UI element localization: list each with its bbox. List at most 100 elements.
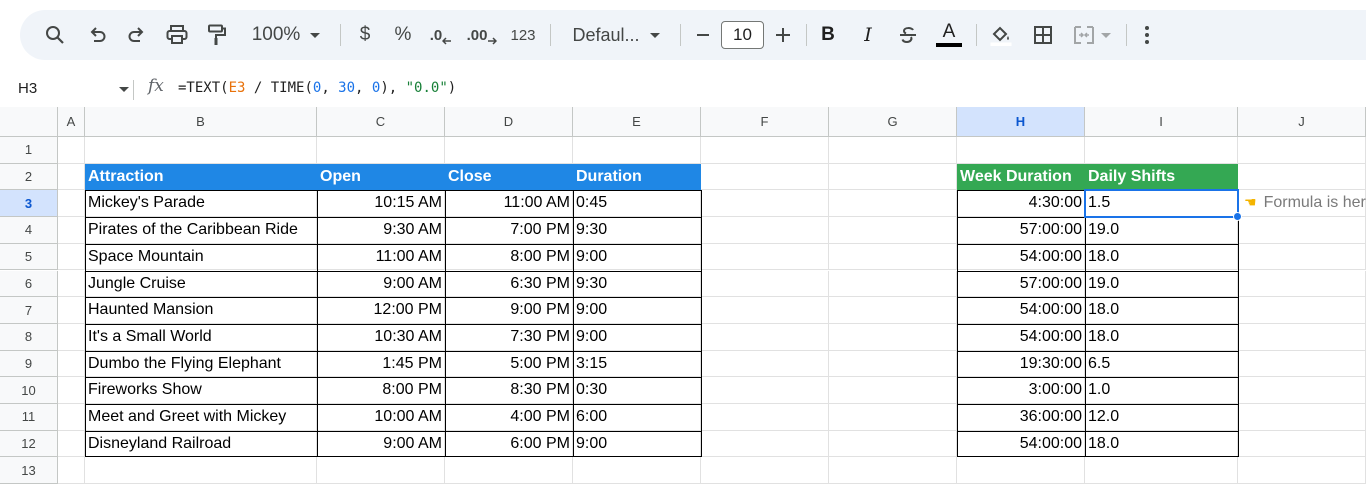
grid-cell[interactable] bbox=[1238, 243, 1366, 271]
increase-decimal-button[interactable]: .00 bbox=[462, 10, 502, 60]
table-cell[interactable]: 0:30 bbox=[573, 377, 701, 404]
table-cell[interactable]: 6.5 bbox=[1085, 351, 1238, 378]
zoom-select[interactable]: 100% bbox=[244, 10, 328, 60]
table-cell[interactable]: Disneyland Railroad bbox=[85, 431, 317, 458]
table-cell[interactable]: 18.0 bbox=[1085, 297, 1238, 324]
row-header-4[interactable]: 4 bbox=[0, 217, 58, 244]
table-cell[interactable]: 18.0 bbox=[1085, 244, 1238, 271]
column-header-g[interactable]: G bbox=[829, 107, 957, 137]
grid-cell[interactable] bbox=[317, 137, 445, 164]
grid-cell[interactable] bbox=[58, 137, 85, 164]
table-cell[interactable]: 11:00 AM bbox=[445, 190, 573, 217]
table-cell[interactable]: Mickey's Parade bbox=[85, 190, 317, 217]
row-header-12[interactable]: 12 bbox=[0, 430, 58, 458]
bold-button[interactable]: B bbox=[814, 10, 842, 60]
spreadsheet-grid[interactable]: A B C D E F G H I J 1 2 3 4 5 6 7 8 9 10 11 12 13 Attraction Ope… bbox=[0, 107, 1366, 485]
table-cell[interactable]: 9:30 AM bbox=[317, 217, 445, 244]
grid-cell[interactable] bbox=[701, 137, 829, 164]
more-formats-button[interactable]: 123 bbox=[506, 10, 540, 60]
table-cell[interactable]: 54:00:00 bbox=[957, 244, 1085, 271]
row-header-7[interactable]: 7 bbox=[0, 297, 58, 324]
table-header-week-duration[interactable]: Week Duration bbox=[957, 163, 1085, 191]
font-select[interactable]: Defaul... bbox=[564, 10, 668, 60]
italic-button[interactable]: I bbox=[854, 10, 882, 60]
text-color-button[interactable]: A bbox=[932, 10, 966, 60]
grid-cell[interactable] bbox=[701, 243, 829, 271]
table-cell[interactable]: Space Mountain bbox=[85, 244, 317, 271]
grid-cell[interactable] bbox=[1238, 217, 1366, 244]
table-cell[interactable]: 9:30 bbox=[573, 217, 701, 244]
select-all-corner[interactable] bbox=[0, 107, 58, 137]
table-cell[interactable]: 9:00 AM bbox=[317, 431, 445, 458]
grid-cell[interactable] bbox=[1238, 323, 1366, 351]
column-header-h[interactable]: H bbox=[957, 107, 1085, 137]
row-header-1[interactable]: 1 bbox=[0, 137, 58, 164]
grid-cell[interactable] bbox=[701, 217, 829, 244]
table-cell[interactable]: 54:00:00 bbox=[957, 431, 1085, 458]
chevron-down-icon[interactable] bbox=[119, 87, 129, 92]
table-cell[interactable]: 18.0 bbox=[1085, 431, 1238, 458]
table-header-open[interactable]: Open bbox=[317, 163, 445, 191]
table-cell[interactable]: 9:00 bbox=[573, 244, 701, 271]
grid-cell[interactable] bbox=[1085, 137, 1238, 164]
grid-cell[interactable] bbox=[829, 323, 957, 351]
table-cell[interactable]: 54:00:00 bbox=[957, 297, 1085, 324]
grid-cell[interactable] bbox=[701, 297, 829, 324]
grid-cell[interactable] bbox=[829, 217, 957, 244]
table-cell[interactable]: 9:00 bbox=[573, 297, 701, 324]
strikethrough-icon[interactable] bbox=[894, 10, 922, 60]
table-cell[interactable]: 6:00 bbox=[573, 404, 701, 431]
grid-cell[interactable] bbox=[701, 404, 829, 431]
table-cell[interactable]: 57:00:00 bbox=[957, 271, 1085, 298]
grid-cell[interactable] bbox=[58, 404, 85, 431]
more-vert-icon[interactable] bbox=[1136, 10, 1158, 60]
table-cell[interactable]: 12:00 PM bbox=[317, 297, 445, 324]
row-header-3[interactable]: 3 bbox=[0, 190, 58, 218]
table-cell[interactable]: 12.0 bbox=[1085, 404, 1238, 431]
merge-cells-icon[interactable] bbox=[1068, 10, 1116, 60]
grid-cell[interactable] bbox=[829, 270, 957, 298]
grid-cell[interactable] bbox=[701, 377, 829, 404]
table-header-duration[interactable]: Duration bbox=[573, 163, 701, 191]
table-cell[interactable]: 36:00:00 bbox=[957, 404, 1085, 431]
row-header-8[interactable]: 8 bbox=[0, 323, 58, 351]
paint-format-icon[interactable] bbox=[202, 10, 232, 60]
undo-icon[interactable] bbox=[82, 10, 112, 60]
table-cell[interactable]: Haunted Mansion bbox=[85, 297, 317, 324]
grid-cell[interactable] bbox=[701, 350, 829, 378]
table-cell[interactable]: 8:00 PM bbox=[317, 377, 445, 404]
grid-cell[interactable] bbox=[58, 350, 85, 378]
decrease-font-size-icon[interactable] bbox=[690, 10, 716, 60]
grid-cell[interactable] bbox=[58, 190, 85, 218]
table-cell[interactable]: 3:15 bbox=[573, 351, 701, 378]
grid-cell[interactable] bbox=[829, 350, 957, 378]
grid-cell[interactable] bbox=[1085, 457, 1238, 485]
borders-icon[interactable] bbox=[1028, 10, 1058, 60]
table-cell[interactable]: 9:00 bbox=[573, 431, 701, 458]
table-cell[interactable]: 57:00:00 bbox=[957, 217, 1085, 244]
grid-cell[interactable] bbox=[957, 457, 1085, 485]
table-cell[interactable]: Meet and Greet with Mickey bbox=[85, 404, 317, 431]
increase-font-size-icon[interactable] bbox=[770, 10, 796, 60]
table-cell[interactable]: 10:30 AM bbox=[317, 324, 445, 351]
percent-format-button[interactable]: % bbox=[388, 10, 418, 60]
column-header-b[interactable]: B bbox=[85, 107, 317, 137]
table-cell[interactable]: 10:15 AM bbox=[317, 190, 445, 217]
table-cell[interactable]: Jungle Cruise bbox=[85, 271, 317, 298]
grid-cell[interactable] bbox=[573, 137, 701, 164]
table-cell[interactable]: 4:00 PM bbox=[445, 404, 573, 431]
column-header-i[interactable]: I bbox=[1085, 107, 1238, 137]
grid-cell[interactable] bbox=[58, 297, 85, 324]
font-size-input[interactable]: 10 bbox=[721, 21, 764, 49]
table-cell[interactable]: Fireworks Show bbox=[85, 377, 317, 404]
fill-color-icon[interactable] bbox=[986, 10, 1016, 60]
table-cell[interactable]: 54:00:00 bbox=[957, 324, 1085, 351]
table-cell[interactable]: 4:30:00 bbox=[957, 190, 1085, 217]
table-cell[interactable]: Pirates of the Caribbean Ride bbox=[85, 217, 317, 244]
table-cell[interactable]: 7:30 PM bbox=[445, 324, 573, 351]
grid-cell[interactable] bbox=[701, 163, 829, 191]
grid-cell[interactable] bbox=[58, 323, 85, 351]
table-cell[interactable]: 9:00 bbox=[573, 324, 701, 351]
grid-cell[interactable] bbox=[1238, 297, 1366, 324]
table-cell[interactable]: 6:00 PM bbox=[445, 431, 573, 458]
